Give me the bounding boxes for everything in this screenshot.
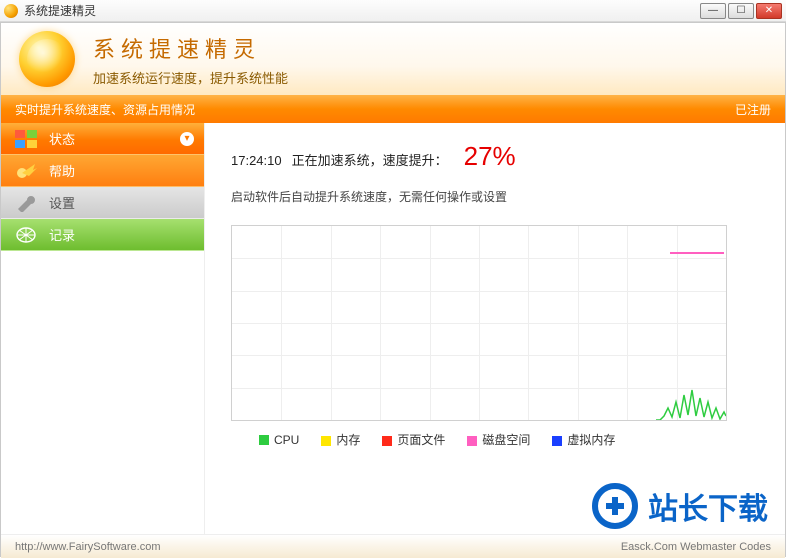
sidebar-item-log[interactable]: 记录: [1, 219, 204, 251]
comet-icon: [13, 160, 39, 182]
maximize-button[interactable]: ☐: [728, 3, 754, 19]
status-hint: 启动软件后自动提升系统速度，无需任何操作或设置: [231, 188, 759, 205]
chart-series-disk: [670, 252, 724, 254]
sidebar: 状态 ▾ 帮助 设置 记录: [1, 123, 205, 534]
header-banner: 系统提速精灵 加速系统运行速度，提升系统性能: [1, 23, 785, 95]
swatch-icon: [321, 436, 331, 446]
swatch-icon: [467, 436, 477, 446]
swatch-icon: [552, 436, 562, 446]
legend-item: 磁盘空间: [467, 431, 530, 448]
chart-legend: CPU 内存 页面文件 磁盘空间 虚拟内存: [231, 431, 759, 448]
app-icon: [4, 4, 18, 18]
sidebar-empty: [1, 251, 204, 534]
close-button[interactable]: ✕: [756, 3, 782, 19]
legend-item: 虚拟内存: [552, 431, 615, 448]
status-percent: 27%: [464, 141, 516, 172]
footer-url[interactable]: http://www.FairySoftware.com: [15, 541, 161, 553]
minimize-button[interactable]: —: [700, 3, 726, 19]
legend-item: 页面文件: [382, 431, 445, 448]
legend-item: CPU: [259, 433, 299, 447]
legend-item: 内存: [321, 431, 360, 448]
status-bar: 实时提升系统速度、资源占用情况 已注册: [1, 95, 785, 123]
net-icon: [13, 224, 39, 246]
windows-icon: [13, 128, 39, 150]
sidebar-item-label: 状态: [49, 129, 75, 148]
sidebar-item-help[interactable]: 帮助: [1, 155, 204, 187]
wrench-icon: [13, 192, 39, 214]
banner-app-icon: [19, 31, 75, 87]
sidebar-item-settings[interactable]: 设置: [1, 187, 204, 219]
titlebar: 系统提速精灵 — ☐ ✕: [0, 0, 786, 22]
status-line: 17:24:10 正在加速系统，速度提升： 27%: [231, 141, 759, 172]
status-bar-right: 已注册: [735, 101, 771, 118]
sidebar-item-label: 帮助: [49, 161, 75, 180]
status-bar-left: 实时提升系统速度、资源占用情况: [15, 101, 195, 118]
footer: http://www.FairySoftware.com Easck.Com W…: [1, 534, 785, 558]
footer-right: Easck.Com Webmaster Codes: [621, 541, 771, 553]
sidebar-item-label: 记录: [49, 225, 75, 244]
status-time: 17:24:10: [231, 153, 282, 168]
chart-series-cpu: [656, 350, 726, 420]
swatch-icon: [382, 436, 392, 446]
sidebar-item-label: 设置: [49, 193, 75, 212]
chevron-down-icon: ▾: [180, 132, 194, 146]
resource-chart: [231, 225, 727, 421]
sidebar-item-status[interactable]: 状态 ▾: [1, 123, 204, 155]
banner-subtitle: 加速系统运行速度，提升系统性能: [93, 68, 288, 87]
main-panel: 17:24:10 正在加速系统，速度提升： 27% 启动软件后自动提升系统速度，…: [205, 123, 785, 534]
swatch-icon: [259, 435, 269, 445]
banner-title: 系统提速精灵: [93, 32, 288, 64]
status-text: 正在加速系统，速度提升：: [292, 150, 448, 169]
window-title: 系统提速精灵: [24, 2, 96, 19]
